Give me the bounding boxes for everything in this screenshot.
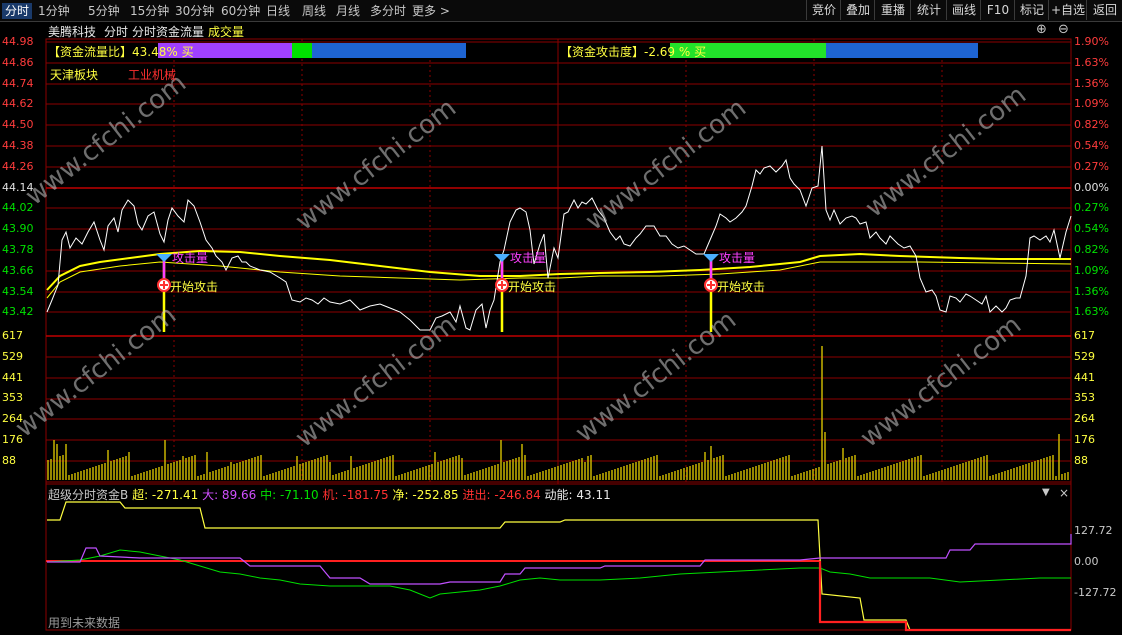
price-tick-right: 1.36% [1074,285,1109,298]
price-tick-right: 1.09% [1074,264,1109,277]
sector-tianjin[interactable]: 天津板块 [50,66,98,83]
price-tick-right: 0.27% [1074,201,1109,214]
zhong-line [46,549,1071,599]
flow-bar-blue [312,43,466,58]
volume-tick-right: 441 [1074,371,1095,384]
ji-line [818,561,1071,632]
ji-value: 机: -181.75 [322,488,389,502]
attack-qty-label: 攻击量 [510,251,547,265]
sub-axis-label: -127.72 [1074,586,1117,599]
price-tick-left: 44.50 [2,118,34,131]
price-tick-left: 43.54 [2,285,34,298]
price-tick-left: 44.86 [2,56,34,69]
price-tick-left: 43.42 [2,305,34,318]
fund-flow-ratio-label: 【资金流量比】43.48% 买 [48,45,194,59]
price-tick-right: 0.00% [1074,181,1109,194]
volume-tick-left: 353 [2,391,23,404]
jinchu-value: 进出: -246.84 [462,488,541,502]
price-tick-left: 43.66 [2,264,34,277]
price-tick-left: 44.74 [2,77,34,90]
price-tick-left: 44.98 [2,35,34,48]
volume-tick-right: 353 [1074,391,1095,404]
price-tick-right: 1.09% [1074,97,1109,110]
price-tick-right: 1.63% [1074,56,1109,69]
volume-tick-left: 617 [2,329,23,342]
price-tick-left: 44.26 [2,160,34,173]
sub-panel-header: 超级分时资金B 超: -271.41 大: 89.66 中: -71.10 机:… [48,486,611,503]
da-value: 大: 89.66 [202,488,257,502]
price-tick-right: 0.82% [1074,243,1109,256]
volume-tick-left: 176 [2,433,23,446]
volume-tick-right: 264 [1074,412,1095,425]
price-tick-right: 1.90% [1074,35,1109,48]
flow-bar-green [292,43,312,58]
price-tick-right: 0.54% [1074,139,1109,152]
price-tick-left: 44.02 [2,201,34,214]
price-tick-right: 0.27% [1074,160,1109,173]
price-tick-right: 1.63% [1074,305,1109,318]
price-line [46,145,1072,331]
price-tick-left: 43.90 [2,222,34,235]
price-tick-left: 44.14 [2,181,34,194]
attack-qty-label: 攻击量 [719,251,756,265]
volume-tick-right: 88 [1074,454,1088,467]
attack-bar-blue [826,43,978,58]
price-tick-left: 43.78 [2,243,34,256]
sub-axis-label: 127.72 [1074,524,1113,537]
volume-tick-left: 529 [2,350,23,363]
start-attack-label: 开始攻击 [170,280,219,294]
jing-value: 净: -252.85 [392,488,459,502]
price-tick-right: 1.36% [1074,77,1109,90]
attack-qty-label: 攻击量 [172,251,209,265]
fund-attack-label: 【资金攻击度】-2.69 % 买 [560,45,707,59]
dongneng-value: 动能: 43.11 [544,488,611,502]
sub-panel-title: 超级分时资金B [48,488,129,502]
future-data-note: 用到未来数据 [48,616,121,630]
zhong-value: 中: -71.10 [260,488,319,502]
price-tick-right: 0.82% [1074,118,1109,131]
price-tick-left: 44.38 [2,139,34,152]
sub-axis-label: 0.00 [1074,555,1099,568]
start-attack-label: 开始攻击 [508,280,557,294]
da-line [47,534,1072,585]
start-attack-label: 开始攻击 [717,280,766,294]
sector-industrial[interactable]: 工业机械 [128,66,176,83]
close-icon[interactable]: × [1059,486,1069,500]
chao-value: 超: -271.41 [132,488,199,502]
volume-tick-right: 529 [1074,350,1095,363]
volume-tick-right: 617 [1074,329,1095,342]
volume-tick-left: 264 [2,412,23,425]
volume-tick-left: 88 [2,454,16,467]
volume-tick-right: 176 [1074,433,1095,446]
price-tick-right: 0.54% [1074,222,1109,235]
chart-canvas [45,38,1072,632]
dropdown-icon[interactable]: ▼ [1042,487,1050,498]
volume-tick-left: 441 [2,371,23,384]
price-tick-left: 44.62 [2,97,34,110]
